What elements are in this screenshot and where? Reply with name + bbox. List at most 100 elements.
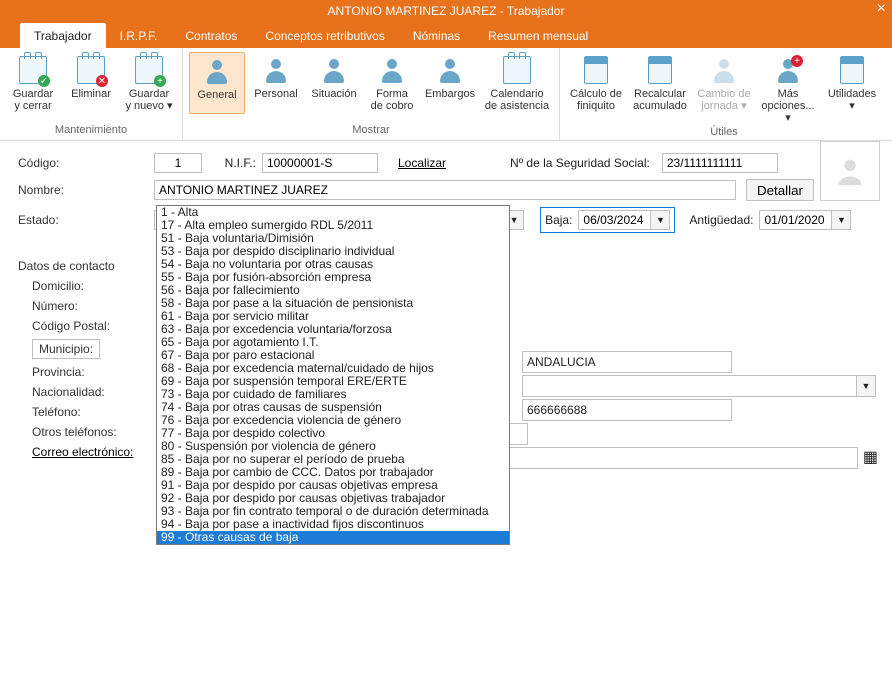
group-name-utiles: Útiles xyxy=(566,126,882,140)
personal-label: Personal xyxy=(254,88,297,100)
estado-option[interactable]: 63 - Baja por excedencia voluntaria/forz… xyxy=(157,323,509,336)
estado-option[interactable]: 80 - Suspensión por violencia de género xyxy=(157,440,509,453)
person-icon xyxy=(711,57,737,83)
estado-option[interactable]: 1 - Alta xyxy=(157,206,509,219)
tab-contratos[interactable]: Contratos xyxy=(171,23,251,48)
person-icon xyxy=(379,57,405,83)
municipio-button[interactable]: Municipio: xyxy=(32,339,100,359)
estado-option[interactable]: 58 - Baja por pase a la situación de pen… xyxy=(157,297,509,310)
tab-nominas[interactable]: Nóminas xyxy=(399,23,474,48)
estado-option[interactable]: 85 - Baja por no superar el período de p… xyxy=(157,453,509,466)
antiguedad-combo[interactable]: ▼ xyxy=(759,210,851,230)
nombre-input[interactable] xyxy=(154,180,736,200)
nif-input[interactable] xyxy=(262,153,378,173)
guardar-cerrar-label: Guardar y cerrar xyxy=(13,88,53,112)
antiguedad-label: Antigüedad: xyxy=(689,213,753,227)
guardar-cerrar-button[interactable]: ✓ Guardar y cerrar xyxy=(6,52,60,114)
forma-cobro-button[interactable]: Forma de cobro xyxy=(365,52,419,114)
provincia-value[interactable]: ANDALUCIA xyxy=(522,351,732,373)
embargos-label: Embargos xyxy=(425,88,475,100)
estado-option[interactable]: 91 - Baja por despido por causas objetiv… xyxy=(157,479,509,492)
eliminar-button[interactable]: ✕ Eliminar xyxy=(64,52,118,114)
calendario-asistencia-button[interactable]: Calendario de asistencia xyxy=(481,52,553,114)
mas-opciones-button[interactable]: + Más opciones... ▾ xyxy=(758,52,818,126)
person-icon xyxy=(204,58,230,84)
situacion-label: Situación xyxy=(311,88,356,100)
estado-option[interactable]: 99 - Otras causas de baja xyxy=(157,531,509,544)
antiguedad-dropdown-button[interactable]: ▼ xyxy=(831,210,851,230)
cambio-jornada-button[interactable]: Cambio de jornada ▾ xyxy=(694,52,754,126)
avatar[interactable] xyxy=(820,141,880,201)
municipio-label[interactable]: Municipio: xyxy=(18,339,162,359)
tab-conceptos[interactable]: Conceptos retributivos xyxy=(251,23,398,48)
general-button[interactable]: General xyxy=(189,52,245,114)
window-title: ANTONIO MARTINEZ JUAREZ - Trabajador xyxy=(328,4,565,18)
telefono-value[interactable]: 666666688 xyxy=(522,399,732,421)
guardar-nuevo-button[interactable]: + Guardar y nuevo ▾ xyxy=(122,52,176,114)
localizar-link[interactable]: Localizar xyxy=(398,156,446,170)
estado-option[interactable]: 67 - Baja por paro estacional xyxy=(157,349,509,362)
nss-label: Nº de la Seguridad Social: xyxy=(510,156,650,170)
estado-option[interactable]: 94 - Baja por pase a inactividad fijos d… xyxy=(157,518,509,531)
recalcular-acumulado-label: Recalcular acumulado xyxy=(633,88,687,112)
estado-option[interactable]: 74 - Baja por otras causas de suspensión xyxy=(157,401,509,414)
guardar-nuevo-label: Guardar y nuevo ▾ xyxy=(125,88,172,112)
nombre-label: Nombre: xyxy=(18,183,148,197)
otros-telefonos-label: Otros teléfonos: xyxy=(18,425,162,439)
tab-trabajador[interactable]: Trabajador xyxy=(20,23,106,48)
nacionalidad-combo[interactable]: ▼ xyxy=(522,375,876,397)
correo-label[interactable]: Correo electrónico: xyxy=(18,445,162,459)
estado-option[interactable]: 65 - Baja por agotamiento I.T. xyxy=(157,336,509,349)
detallar-button[interactable]: Detallar xyxy=(746,179,814,201)
person-icon xyxy=(321,57,347,83)
tab-resumen[interactable]: Resumen mensual xyxy=(474,23,602,48)
estado-dropdown-list[interactable]: 1 - Alta17 - Alta empleo sumergido RDL 5… xyxy=(156,205,510,545)
domicilio-label: Domicilio: xyxy=(18,279,162,293)
estado-option[interactable]: 53 - Baja por despido disciplinario indi… xyxy=(157,245,509,258)
estado-label: Estado: xyxy=(18,213,148,227)
estado-option[interactable]: 51 - Baja voluntaria/Dimisión xyxy=(157,232,509,245)
baja-combo[interactable]: ▼ xyxy=(578,210,670,230)
utilidades-label: Utilidades ▾ xyxy=(828,88,876,112)
antiguedad-input[interactable] xyxy=(759,210,831,230)
calendario-asistencia-label: Calendario de asistencia xyxy=(485,88,549,112)
baja-label: Baja: xyxy=(545,213,572,227)
estado-option[interactable]: 77 - Baja por despido colectivo xyxy=(157,427,509,440)
estado-option[interactable]: 56 - Baja por fallecimiento xyxy=(157,284,509,297)
tab-irpf[interactable]: I.R.P.F. xyxy=(106,23,172,48)
baja-dropdown-button[interactable]: ▼ xyxy=(650,210,670,230)
personal-button[interactable]: Personal xyxy=(249,52,303,114)
estado-option[interactable]: 17 - Alta empleo sumergido RDL 5/2011 xyxy=(157,219,509,232)
estado-option[interactable]: 89 - Baja por cambio de CCC. Datos por t… xyxy=(157,466,509,479)
embargos-button[interactable]: Embargos xyxy=(423,52,477,114)
nss-input[interactable] xyxy=(662,153,778,173)
provincia-label: Provincia: xyxy=(18,365,162,379)
calculo-finiquito-label: Cálculo de finiquito xyxy=(570,88,622,112)
utilidades-button[interactable]: Utilidades ▾ xyxy=(822,52,882,126)
nif-label: N.I.F.: xyxy=(218,156,256,170)
estado-option[interactable]: 54 - Baja no voluntaria por otras causas xyxy=(157,258,509,271)
estado-option[interactable]: 73 - Baja por cuidado de familiares xyxy=(157,388,509,401)
estado-option[interactable]: 69 - Baja por suspensión temporal ERE/ER… xyxy=(157,375,509,388)
estado-option[interactable]: 55 - Baja por fusión-absorción empresa xyxy=(157,271,509,284)
estado-option[interactable]: 61 - Baja por servicio militar xyxy=(157,310,509,323)
estado-option[interactable]: 93 - Baja por fin contrato temporal o de… xyxy=(157,505,509,518)
estado-option[interactable]: 68 - Baja por excedencia maternal/cuidad… xyxy=(157,362,509,375)
recalcular-acumulado-button[interactable]: Recalcular acumulado xyxy=(630,52,690,126)
plus-icon: + xyxy=(775,57,801,83)
calculator-icon xyxy=(584,56,608,84)
group-name-mantenimiento: Mantenimiento xyxy=(6,124,176,138)
baja-input[interactable] xyxy=(578,210,650,230)
nacionalidad-label: Nacionalidad: xyxy=(18,385,162,399)
title-bar: ANTONIO MARTINEZ JUAREZ - Trabajador × xyxy=(0,0,892,22)
baja-box: Baja: ▼ xyxy=(540,207,675,233)
close-icon[interactable]: × xyxy=(877,1,886,17)
calculo-finiquito-button[interactable]: Cálculo de finiquito xyxy=(566,52,626,126)
nacionalidad-dropdown-button[interactable]: ▼ xyxy=(856,376,875,396)
cambio-jornada-label: Cambio de jornada ▾ xyxy=(697,88,750,112)
qr-icon[interactable]: ▦ xyxy=(863,447,878,467)
estado-option[interactable]: 76 - Baja por excedencia violencia de gé… xyxy=(157,414,509,427)
situacion-button[interactable]: Situación xyxy=(307,52,361,114)
codigo-input[interactable] xyxy=(154,153,202,173)
estado-option[interactable]: 92 - Baja por despido por causas objetiv… xyxy=(157,492,509,505)
